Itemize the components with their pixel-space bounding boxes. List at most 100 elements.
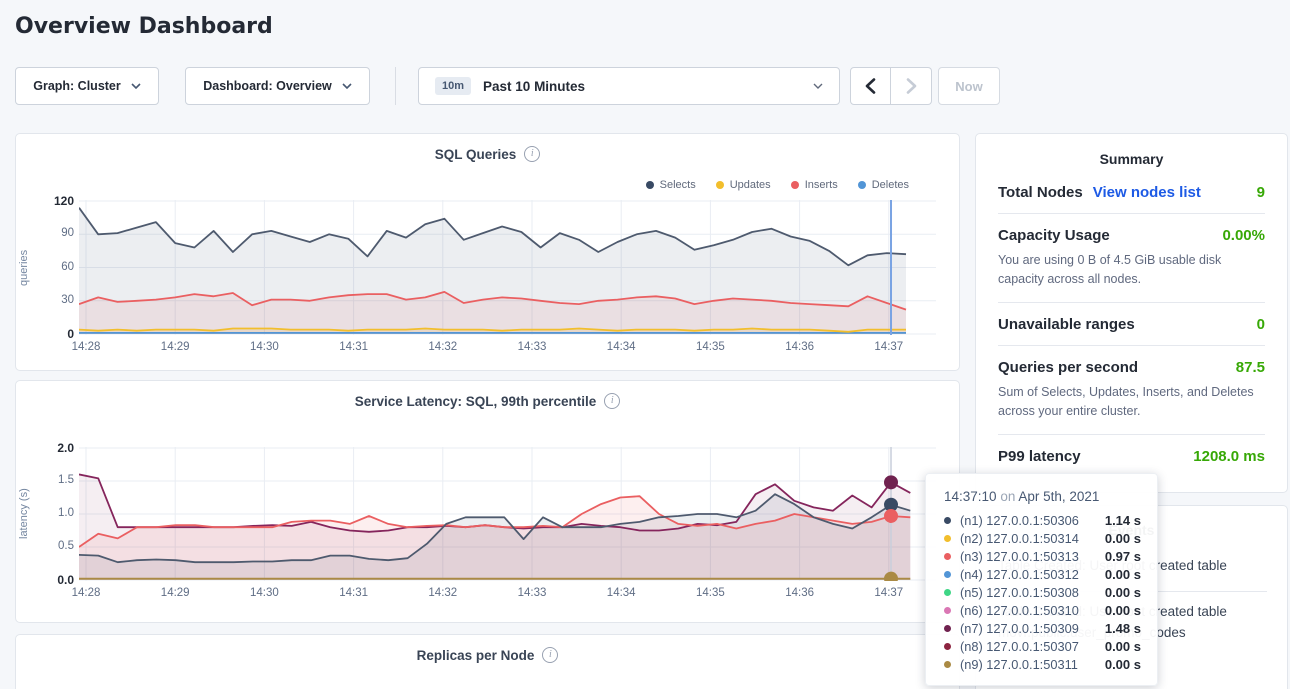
replicas-per-node-title: Replicas per Node <box>417 648 535 663</box>
toolbar-divider <box>395 67 396 105</box>
y-axis-tick: 90 <box>61 227 74 239</box>
p99-latency-label: P99 latency <box>998 448 1081 465</box>
summary-row-unavailable: Unavailable ranges 0 <box>998 303 1265 346</box>
tooltip-node-row: (n1) 127.0.0.1:50306 1.14 s <box>944 511 1141 529</box>
qps-desc: Sum of Selects, Updates, Inserts, and De… <box>998 383 1265 422</box>
tooltip-node-row: (n4) 127.0.0.1:503120.00 s <box>944 565 1141 583</box>
view-nodes-list-link[interactable]: View nodes list <box>1093 184 1201 201</box>
tooltip-node-row: (n8) 127.0.0.1:50307 0.00 s <box>944 637 1141 655</box>
series-color-dot <box>944 607 951 614</box>
now-button[interactable]: Now <box>938 67 1000 105</box>
tooltip-node-value: 0.97 s <box>1105 549 1141 564</box>
x-axis-ticks: 14:2814:2914:3014:3114:3214:3314:3414:35… <box>16 341 959 357</box>
series-color-dot <box>944 553 951 560</box>
graph-select-label: Graph: Cluster <box>33 79 121 93</box>
x-axis-tick: 14:32 <box>421 587 465 599</box>
graph-select-dropdown[interactable]: Graph: Cluster <box>15 67 159 105</box>
legend-item-selects[interactable]: Selects <box>646 179 696 191</box>
series-color-dot <box>944 535 951 542</box>
x-axis-tick: 14:30 <box>242 587 286 599</box>
qps-label: Queries per second <box>998 359 1138 376</box>
unavailable-ranges-value: 0 <box>1257 316 1265 333</box>
x-axis-tick: 14:33 <box>510 587 554 599</box>
chevron-down-icon <box>342 83 352 89</box>
info-icon[interactable]: i <box>524 146 540 162</box>
x-axis-tick: 14:29 <box>153 587 197 599</box>
x-axis-tick: 14:31 <box>332 341 376 353</box>
summary-row-qps: Queries per second 87.5 Sum of Selects, … <box>998 346 1265 435</box>
legend-label: Selects <box>660 179 696 191</box>
x-axis-tick: 14:37 <box>867 341 911 353</box>
tooltip-node-address: (n6) 127.0.0.1:50310 <box>960 603 1079 618</box>
tooltip-node-address: (n9) 127.0.0.1:50311 <box>960 657 1078 672</box>
x-axis-tick: 14:29 <box>153 341 197 353</box>
tooltip-node-value: 0.00 s <box>1105 531 1141 546</box>
summary-title: Summary <box>976 134 1287 171</box>
x-axis-tick: 14:36 <box>778 587 822 599</box>
time-range-badge: 10m <box>435 77 471 95</box>
replicas-per-node-panel: Replicas per Node i <box>15 634 960 689</box>
series-color-dot <box>944 625 951 632</box>
time-window-next-button[interactable] <box>891 67 932 105</box>
y-axis-ticks: 0306090120 <box>16 200 74 335</box>
info-icon[interactable]: i <box>604 393 620 409</box>
tooltip-node-value: 0.00 s <box>1105 585 1141 600</box>
qps-value: 87.5 <box>1236 359 1265 376</box>
x-axis-tick: 14:34 <box>599 587 643 599</box>
sql-queries-legend: Selects Updates Inserts Deletes <box>646 179 909 191</box>
series-color-dot <box>944 571 951 578</box>
tooltip-node-row: (n9) 127.0.0.1:503110.00 s <box>944 655 1141 673</box>
x-axis-ticks: 14:2814:2914:3014:3114:3214:3314:3414:35… <box>16 587 959 603</box>
time-range-dropdown[interactable]: 10m Past 10 Minutes <box>418 67 840 105</box>
legend-color-dot <box>791 181 799 189</box>
x-axis-tick: 14:36 <box>778 341 822 353</box>
sql-queries-title: SQL Queries <box>435 147 517 162</box>
y-axis-tick: 60 <box>61 261 74 273</box>
chevron-down-icon <box>813 83 823 89</box>
legend-color-dot <box>716 181 724 189</box>
dashboard-select-label: Dashboard: Overview <box>203 79 332 93</box>
p99-latency-value: 1208.0 ms <box>1193 448 1265 465</box>
y-axis-tick: 120 <box>54 194 74 208</box>
tooltip-node-address: (n7) 127.0.0.1:50309 <box>960 621 1079 636</box>
time-window-prev-button[interactable] <box>850 67 891 105</box>
legend-label: Inserts <box>805 179 838 191</box>
legend-item-inserts[interactable]: Inserts <box>791 179 838 191</box>
series-color-dot <box>944 643 951 650</box>
sql-queries-plot[interactable] <box>79 200 936 335</box>
y-axis-tick: 0.0 <box>57 573 74 587</box>
tooltip-node-address: (n3) 127.0.0.1:50313 <box>960 549 1079 564</box>
legend-color-dot <box>646 181 654 189</box>
tooltip-node-address: (n1) 127.0.0.1:50306 <box>960 513 1079 528</box>
x-axis-tick: 14:37 <box>867 587 911 599</box>
tooltip-node-row: (n3) 127.0.0.1:50313 0.97 s <box>944 547 1141 565</box>
x-axis-tick: 14:30 <box>242 341 286 353</box>
series-color-dot <box>944 589 951 596</box>
tooltip-node-value: 0.00 s <box>1105 567 1141 582</box>
legend-color-dot <box>858 181 866 189</box>
tooltip-node-address: (n8) 127.0.0.1:50307 <box>960 639 1079 654</box>
tooltip-node-address: (n5) 127.0.0.1:50308 <box>960 585 1079 600</box>
y-axis-tick: 1.0 <box>58 507 74 519</box>
legend-item-updates[interactable]: Updates <box>716 179 771 191</box>
tooltip-node-value: 1.14 s <box>1105 513 1141 528</box>
chevron-left-icon <box>865 78 876 94</box>
chevron-right-icon <box>906 78 917 94</box>
info-icon[interactable]: i <box>542 647 558 663</box>
tooltip-timestamp: 14:37:10 on Apr 5th, 2021 <box>944 489 1141 504</box>
x-axis-tick: 14:33 <box>510 341 554 353</box>
summary-panel: Summary Total Nodes View nodes list 9 Ca… <box>975 133 1288 493</box>
total-nodes-label: Total Nodes <box>998 184 1083 201</box>
summary-row-capacity: Capacity Usage 0.00% You are using 0 B o… <box>998 214 1265 303</box>
tooltip-node-address: (n2) 127.0.0.1:50314 <box>960 531 1079 546</box>
capacity-usage-label: Capacity Usage <box>998 227 1110 244</box>
x-axis-tick: 14:32 <box>421 341 465 353</box>
legend-item-deletes[interactable]: Deletes <box>858 179 909 191</box>
dashboard-select-dropdown[interactable]: Dashboard: Overview <box>185 67 370 105</box>
time-range-label: Past 10 Minutes <box>483 79 585 94</box>
x-axis-tick: 14:31 <box>332 587 376 599</box>
y-axis-tick: 2.0 <box>57 441 74 455</box>
service-latency-plot[interactable] <box>79 447 936 581</box>
tooltip-node-value: 0.00 s <box>1105 639 1141 654</box>
capacity-usage-desc: You are using 0 B of 4.5 GiB usable disk… <box>998 251 1265 290</box>
